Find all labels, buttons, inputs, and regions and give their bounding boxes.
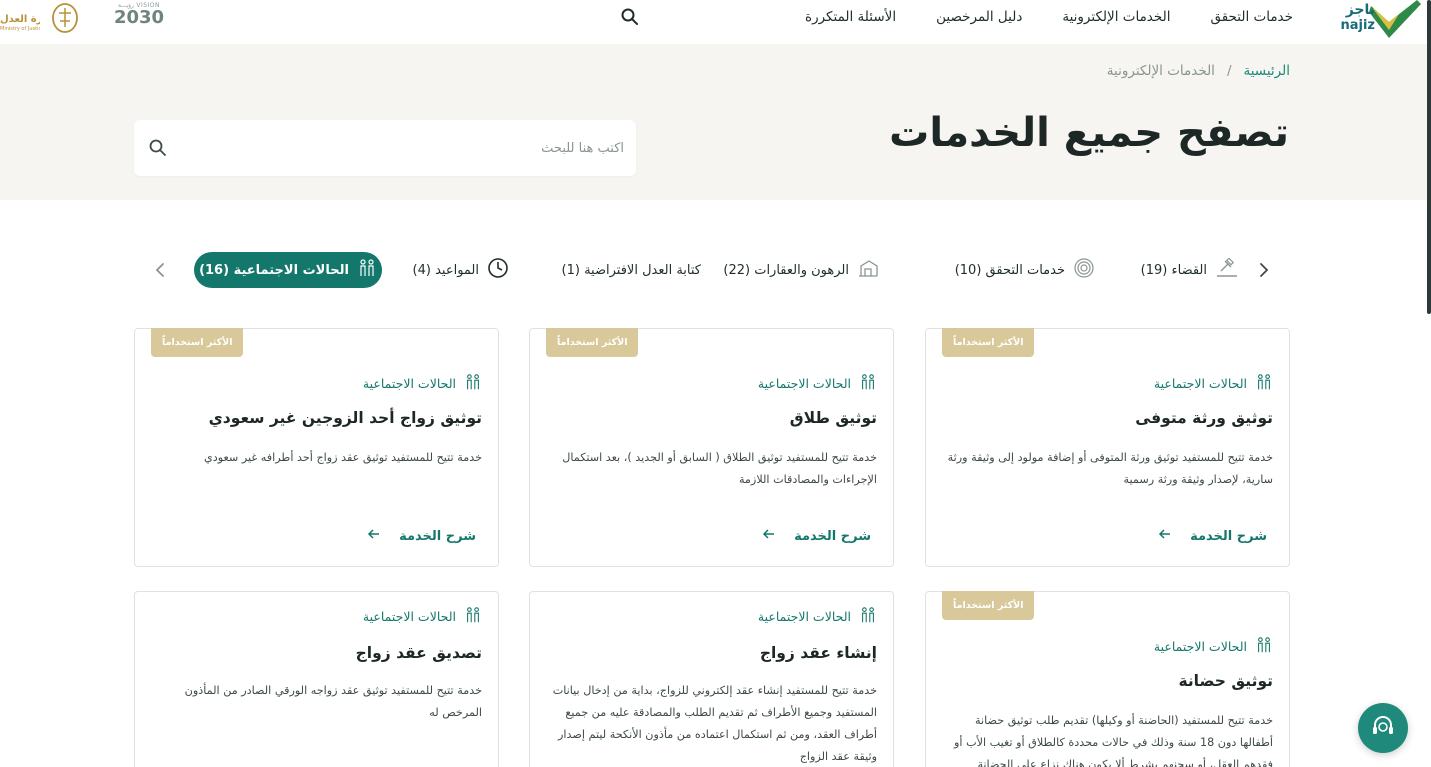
tab-mortgages-real-estate[interactable]: الرهون والعقارات (22) [707, 252, 895, 288]
page-title: تصفح جميع الخدمات [889, 110, 1289, 156]
breadcrumb-current: الخدمات الإلكترونية [1106, 63, 1215, 79]
service-explanation-link[interactable]: شرح الخدمة [367, 527, 476, 545]
most-used-badge: الأكثر استخداماً [942, 591, 1035, 620]
card-description: خدمة تتيح للمستفيد إنشاء عقد إلكتروني لل… [552, 684, 877, 763]
card-title: توثيق زواج أحد الزوجين غير سعودي [208, 409, 482, 427]
page-scrollbar[interactable] [1427, 0, 1431, 314]
tab-social-status[interactable]: الحالات الاجتماعية (16) [194, 252, 382, 288]
support-chat-button[interactable] [1358, 703, 1408, 753]
link-label: شرح الخدمة [399, 528, 476, 544]
breadcrumb: الرئيسية / الخدمات الإلكترونية [1107, 63, 1290, 79]
service-card-create-marriage-contract[interactable]: الحالات الاجتماعية إنشاء عقد زواج خدمة ت… [529, 591, 894, 767]
service-card-ratify-marriage-contract[interactable]: الحالات الاجتماعية تصديق عقد زواج خدمة ت… [134, 591, 499, 767]
main-nav: خدمات التحقق الخدمات الإلكترونية دليل ال… [785, 9, 1313, 25]
vision-year: 2030 [113, 7, 165, 28]
link-label: شرح الخدمة [1190, 528, 1267, 544]
search-icon[interactable] [148, 138, 168, 158]
category-tabs: القضاء (19) خدمات التحقق (10) الرهون وال… [0, 252, 1431, 288]
arrow-left-icon [762, 527, 776, 545]
service-card-heirs-certification[interactable]: الأكثر استخداماً الحالات الاجتماعية توثي… [925, 328, 1290, 567]
tab-appointments[interactable]: المواعيد (4) [397, 252, 525, 288]
card-category-label: الحالات الاجتماعية [1153, 376, 1247, 391]
card-category: الحالات الاجتماعية [1154, 373, 1273, 394]
clock-icon [487, 257, 509, 283]
service-explanation-link[interactable]: شرح الخدمة [1158, 527, 1267, 545]
nav-link-faq[interactable]: الأسئلة المتكررة [785, 9, 916, 25]
link-label: شرح الخدمة [794, 528, 871, 544]
ministry-of-justice-logo: وزارة العدل Ministry of Justice [0, 0, 84, 36]
tab-label: الرهون والعقارات (22) [723, 262, 849, 278]
nav-link-verification[interactable]: خدمات التحقق [1190, 9, 1313, 25]
card-description: خدمة تتيح للمستفيد توثيق ورثة المتوفى أو… [947, 451, 1273, 486]
family-icon [859, 373, 877, 394]
breadcrumb-separator: / [1226, 63, 1232, 79]
card-category-label: الحالات الاجتماعية [362, 609, 456, 624]
tab-label: المواعيد (4) [412, 262, 479, 278]
tab-label: خدمات التحقق (10) [954, 262, 1065, 278]
nav-link-e-services[interactable]: الخدمات الإلكترونية [1042, 9, 1190, 25]
gavel-icon [1215, 257, 1239, 282]
family-icon [1255, 373, 1273, 394]
fingerprint-icon [1073, 257, 1095, 283]
most-used-badge: الأكثر استخداماً [942, 328, 1035, 357]
card-category-label: الحالات الاجتماعية [1153, 639, 1247, 654]
ministry-name-ar: وزارة العدل [0, 14, 40, 25]
tab-verification[interactable]: خدمات التحقق (10) [939, 252, 1111, 288]
family-icon [1255, 636, 1273, 657]
service-card-custody-certification[interactable]: الأكثر استخداماً الحالات الاجتماعية توثي… [925, 591, 1290, 767]
nav-link-licensees[interactable]: دليل المرخصين [916, 9, 1042, 25]
chevron-right-icon[interactable] [1254, 260, 1274, 280]
card-category: الحالات الاجتماعية [758, 373, 877, 394]
card-description: خدمة تتيح للمستفيد توثيق عقد زواج أحد أط… [204, 451, 482, 464]
search-input[interactable] [194, 134, 624, 162]
family-icon [464, 606, 482, 627]
arrow-left-icon [1158, 527, 1172, 545]
card-category-label: الحالات الاجتماعية [362, 376, 456, 391]
most-used-badge: الأكثر استخداماً [151, 328, 244, 357]
tab-label: القضاء (19) [1140, 262, 1207, 278]
card-title: توثيق طلاق [789, 409, 877, 427]
chevron-left-icon[interactable] [150, 260, 170, 280]
top-navbar: ناجز najiz خدمات التحقق الخدمات الإلكترو… [0, 0, 1431, 44]
headset-icon [1369, 712, 1397, 744]
card-category-label: الحالات الاجتماعية [757, 376, 851, 391]
tab-judiciary[interactable]: القضاء (19) [1125, 252, 1255, 288]
brand-name-ar: ناجز [1345, 2, 1375, 18]
family-icon [464, 373, 482, 394]
card-title: تصديق عقد زواج [355, 644, 482, 662]
hero-section: الرئيسية / الخدمات الإلكترونية تصفح جميع… [0, 44, 1431, 200]
ministry-name-en: Ministry of Justice [0, 26, 40, 32]
family-icon [859, 606, 877, 627]
tab-label: الحالات الاجتماعية (16) [199, 262, 349, 278]
most-used-badge: الأكثر استخداماً [546, 328, 639, 357]
card-description: خدمة تتيح للمستفيد (الحاضنة أو وكيلها) ت… [954, 714, 1273, 767]
card-category: الحالات الاجتماعية [363, 373, 482, 394]
building-icon [857, 258, 879, 282]
service-explanation-link[interactable]: شرح الخدمة [762, 527, 871, 545]
tab-label: كتابة العدل الافتراضية (1) [561, 262, 701, 278]
breadcrumb-home[interactable]: الرئيسية [1244, 63, 1291, 79]
card-title: توثيق حضانة [1178, 672, 1273, 690]
card-title: توثيق ورثة متوفى [1135, 409, 1273, 427]
service-card-foreign-spouse-marriage[interactable]: الأكثر استخداماً الحالات الاجتماعية توثي… [134, 328, 499, 567]
service-card-divorce-certification[interactable]: الأكثر استخداماً الحالات الاجتماعية توثي… [529, 328, 894, 567]
service-search-box [134, 120, 636, 176]
family-icon [357, 258, 377, 282]
arrow-left-icon [367, 527, 381, 545]
brand-name-en: najiz [1340, 18, 1375, 33]
najiz-logo[interactable]: ناجز najiz [1340, 0, 1423, 42]
card-category-label: الحالات الاجتماعية [757, 609, 851, 624]
tab-virtual-notary[interactable]: كتابة العدل الافتراضية (1) [546, 252, 717, 288]
card-title: إنشاء عقد زواج [759, 644, 877, 662]
card-description: خدمة تتيح للمستفيد توثيق الطلاق ( السابق… [562, 451, 877, 486]
card-description: خدمة تتيح للمستفيد توثيق عقد زواجه الورق… [184, 684, 482, 719]
card-category: الحالات الاجتماعية [758, 606, 877, 627]
card-category: الحالات الاجتماعية [1154, 636, 1273, 657]
vision-2030-logo: VISION رؤيـــة 2030 [110, 2, 168, 36]
search-icon[interactable] [620, 7, 640, 27]
card-category: الحالات الاجتماعية [363, 606, 482, 627]
